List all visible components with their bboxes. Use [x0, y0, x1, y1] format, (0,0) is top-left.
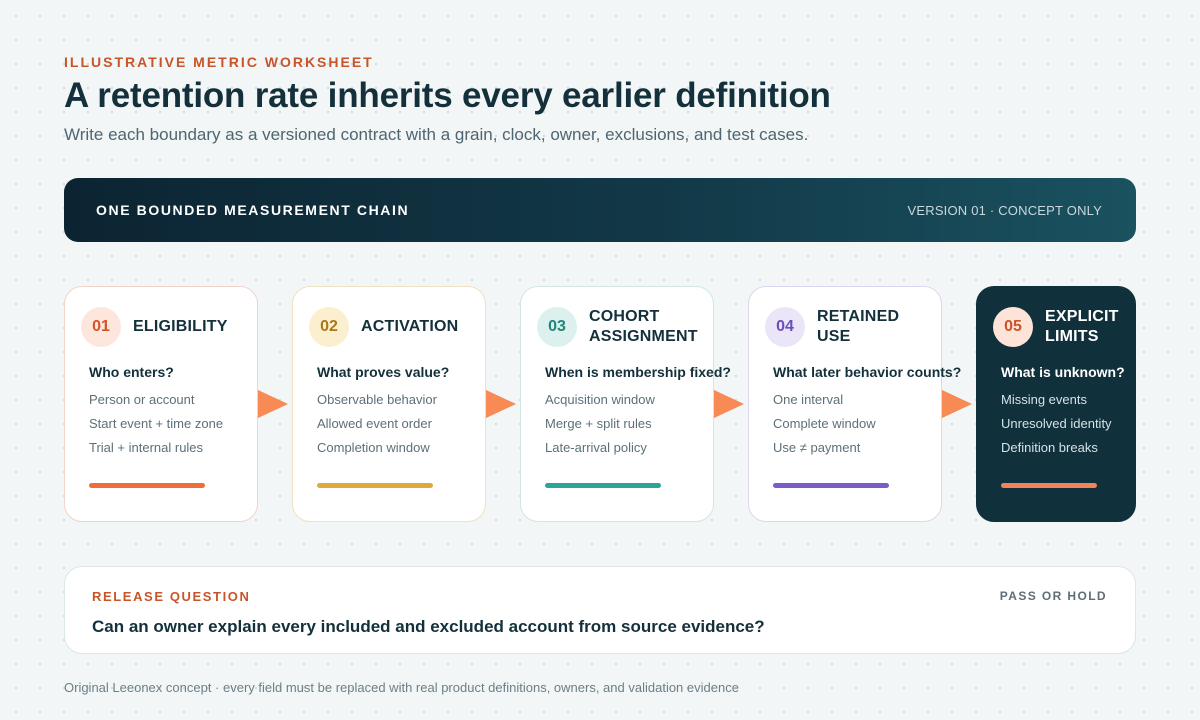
step-card-explicit-limits: 05 EXPLICIT LIMITS What is unknown? Miss… [976, 286, 1136, 522]
list-item: Trial + internal rules [89, 440, 204, 455]
step-question: What proves value? [317, 364, 450, 380]
page-title: A retention rate inherits every earlier … [64, 76, 831, 115]
step-title: ELIGIBILITY [133, 318, 228, 335]
card-header: 03 COHORT ASSIGNMENT [537, 307, 705, 347]
accent-bar [773, 483, 889, 488]
step-number-badge: 04 [765, 307, 805, 347]
release-question-text: Can an owner explain every included and … [92, 617, 765, 636]
list-item: Definition breaks [1001, 440, 1098, 455]
step-number-badge: 03 [537, 307, 577, 347]
list-item: Use ≠ payment [773, 440, 861, 455]
step-number-badge: 02 [309, 307, 349, 347]
list-item: Missing events [1001, 392, 1087, 407]
step-question: What is unknown? [1001, 364, 1125, 380]
step-criteria-list: Observable behavior Allowed event order … [317, 392, 437, 464]
page-subtitle: Write each boundary as a versioned contr… [64, 125, 809, 144]
step-title: COHORT ASSIGNMENT [589, 308, 698, 345]
accent-bar [317, 483, 433, 488]
card-header: 04 RETAINED USE [765, 307, 933, 347]
banner-version: VERSION 01 · CONCEPT ONLY [907, 202, 1102, 218]
list-item: Complete window [773, 416, 876, 431]
step-question: What later behavior counts? [773, 364, 962, 380]
footer-note: Original Leeonex concept · every field m… [64, 680, 739, 695]
step-card-cohort-assignment: 03 COHORT ASSIGNMENT When is membership … [520, 286, 731, 522]
step-number-badge: 05 [993, 307, 1033, 347]
list-item: Acquisition window [545, 392, 655, 407]
step-criteria-list: Acquisition window Merge + split rules L… [545, 392, 655, 464]
card-header: 05 EXPLICIT LIMITS [993, 307, 1127, 347]
list-item: Allowed event order [317, 416, 432, 431]
list-item: One interval [773, 392, 844, 407]
flow-arrow-icon [486, 390, 516, 418]
step-question: When is membership fixed? [545, 364, 731, 380]
step-criteria-list: Missing events Unresolved identity Defin… [1001, 392, 1112, 464]
list-item: Start event + time zone [89, 416, 224, 431]
flow-arrow-icon [714, 390, 744, 418]
step-card-activation: 02 ACTIVATION What proves value? Observa… [292, 286, 486, 522]
card-header: 02 ACTIVATION [309, 307, 477, 347]
banner-title: ONE BOUNDED MEASUREMENT CHAIN [96, 202, 410, 218]
accent-bar [1001, 483, 1097, 488]
release-question-panel: RELEASE QUESTION PASS OR HOLD Can an own… [64, 566, 1136, 654]
list-item: Late-arrival policy [545, 440, 647, 455]
accent-bar [545, 483, 661, 488]
list-item: Unresolved identity [1001, 416, 1112, 431]
step-number-badge: 01 [81, 307, 121, 347]
step-title: EXPLICIT LIMITS [1045, 308, 1119, 345]
step-question: Who enters? [89, 364, 174, 380]
flow-arrow-icon [258, 390, 288, 418]
step-title: RETAINED USE [817, 308, 900, 345]
pass-or-hold-tag: PASS OR HOLD [999, 589, 1107, 603]
release-label: RELEASE QUESTION [92, 589, 251, 604]
card-header: 01 ELIGIBILITY [81, 307, 249, 347]
list-item: Completion window [317, 440, 430, 455]
chain-banner: ONE BOUNDED MEASUREMENT CHAIN VERSION 01… [64, 178, 1136, 242]
step-card-eligibility: 01 ELIGIBILITY Who enters? Person or acc… [64, 286, 258, 522]
list-item: Observable behavior [317, 392, 437, 407]
flow-arrow-icon [942, 390, 972, 418]
step-criteria-list: Person or account Start event + time zon… [89, 392, 223, 464]
list-item: Merge + split rules [545, 416, 652, 431]
step-criteria-list: One interval Complete window Use ≠ payme… [773, 392, 876, 464]
step-title: ACTIVATION [361, 318, 459, 335]
step-card-retained-use: 04 RETAINED USE What later behavior coun… [748, 286, 961, 522]
worksheet-eyebrow: ILLUSTRATIVE METRIC WORKSHEET [64, 54, 374, 70]
accent-bar [89, 483, 205, 488]
list-item: Person or account [89, 392, 195, 407]
